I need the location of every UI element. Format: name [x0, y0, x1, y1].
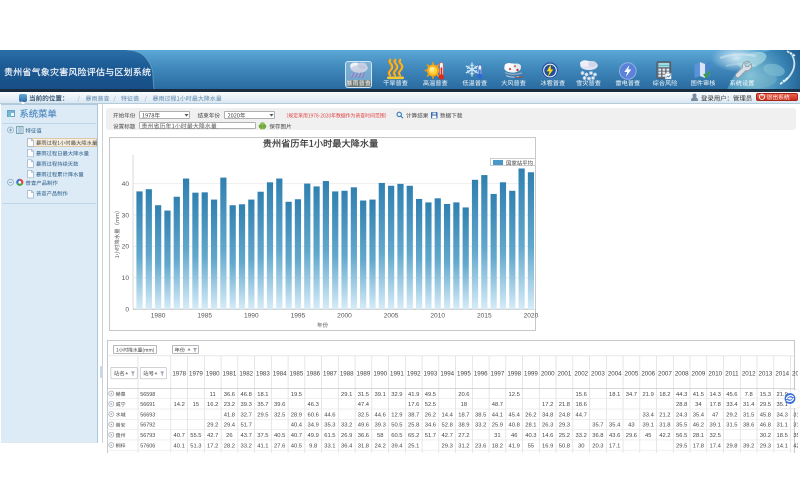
svg-text:20: 20	[122, 244, 130, 251]
svg-text:2010: 2010	[430, 313, 445, 320]
svg-text:2015: 2015	[477, 313, 492, 320]
svg-text:30: 30	[122, 212, 130, 219]
svg-text:1980: 1980	[151, 313, 166, 320]
svg-text:1995: 1995	[291, 313, 306, 320]
svg-text:10: 10	[122, 275, 130, 282]
svg-text:2005: 2005	[384, 313, 399, 320]
svg-text:40: 40	[122, 181, 130, 188]
svg-text:0: 0	[125, 307, 129, 314]
svg-text:1985: 1985	[197, 313, 212, 320]
svg-text:2000: 2000	[337, 313, 352, 320]
svg-text:2020: 2020	[524, 313, 539, 320]
svg-text:1990: 1990	[244, 313, 259, 320]
